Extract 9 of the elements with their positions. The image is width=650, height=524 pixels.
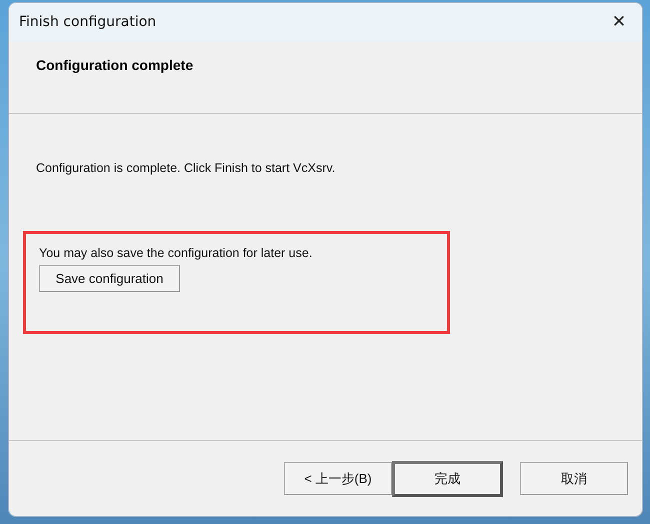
completion-message: Configuration is complete. Click Finish to start VcXsrv. xyxy=(35,161,336,175)
window-title: Finish configuration xyxy=(19,14,156,30)
dialog-button[interactable]: 取消 xyxy=(520,462,628,495)
save-configuration-button[interactable]: Save configuration xyxy=(39,265,180,292)
page-heading: Configuration complete xyxy=(36,57,194,73)
close-button[interactable]: ✕ xyxy=(596,3,642,41)
save-hint: You may also save the configuration for later use. xyxy=(39,246,312,260)
dialog-button[interactable]: < 上一步(B) xyxy=(284,462,392,495)
default-button[interactable]: 完成 xyxy=(392,460,503,496)
